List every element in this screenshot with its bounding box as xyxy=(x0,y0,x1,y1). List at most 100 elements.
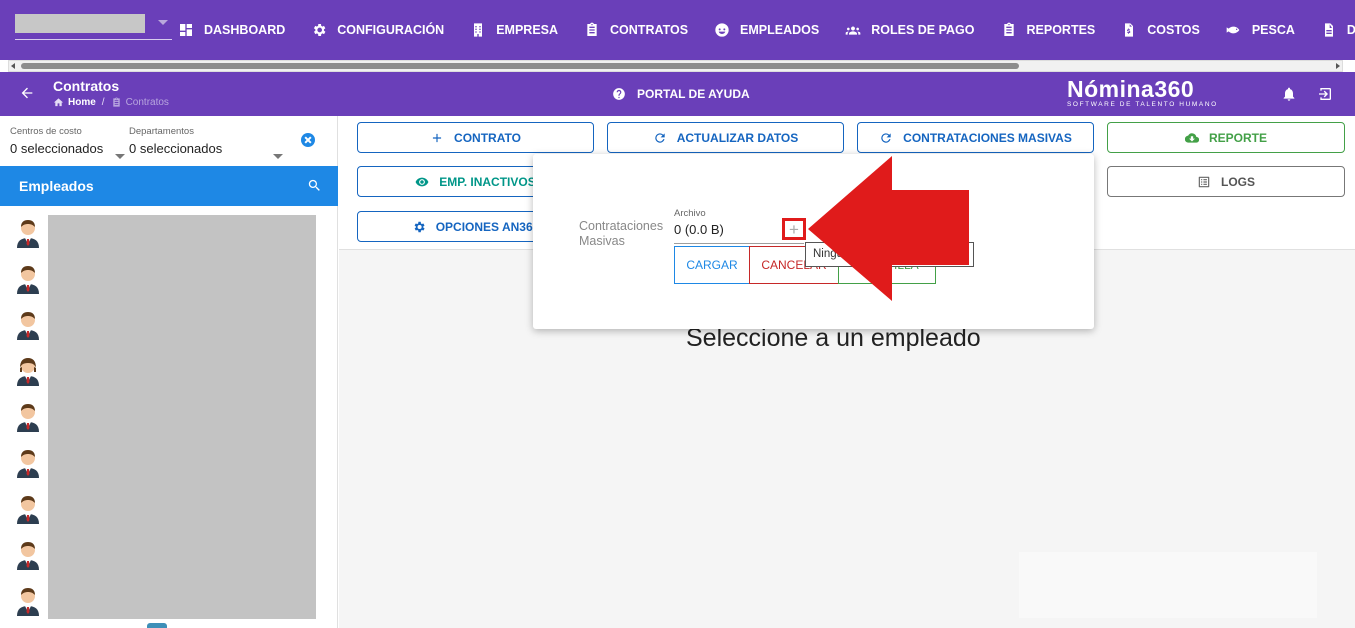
nav-item-empleados[interactable]: EMPLEADOS xyxy=(714,22,819,38)
nav-item-label: EMPRESA xyxy=(496,23,559,37)
gear-icon xyxy=(414,221,425,232)
employee-avatar-icon[interactable] xyxy=(15,446,41,478)
chevron-down-icon xyxy=(115,154,125,159)
horizontal-scrollbar[interactable] xyxy=(8,60,1343,72)
department-value: 0 seleccionados xyxy=(129,141,223,156)
nav-item-label: PESCA xyxy=(1251,23,1295,37)
main-menu: DASHBOARD CONFIGURACIÓN EMPRESA CONTRATOS EM… xyxy=(178,0,1355,60)
new-contract-label: CONTRATO xyxy=(454,130,521,145)
refresh-icon xyxy=(881,132,891,143)
employees-header: Empleados xyxy=(0,166,338,206)
clipboard-icon xyxy=(587,22,597,36)
logo-name: Nómina360 xyxy=(1067,76,1195,102)
employees-title: Empleados xyxy=(19,178,94,194)
employee-avatar-icon[interactable] xyxy=(15,308,41,340)
help-circle-icon xyxy=(613,88,625,100)
eye-icon xyxy=(415,177,429,186)
breadcrumb-home[interactable]: Home xyxy=(68,97,96,108)
report-button[interactable]: REPORTE xyxy=(1107,122,1345,153)
breadcrumb-separator: / xyxy=(101,97,105,108)
plus-icon xyxy=(432,133,442,142)
cost-center-value: 0 seleccionados xyxy=(10,141,104,156)
clipboard-icon xyxy=(112,97,120,107)
employee-avatar-icon[interactable] xyxy=(15,262,41,294)
department-label: Departamentos xyxy=(129,126,194,137)
nav-item-destajo[interactable]: DESTAJO xyxy=(1321,22,1355,38)
logs-label: LOGS xyxy=(1220,174,1255,189)
help-portal-label: PORTAL DE AYUDA xyxy=(637,87,750,101)
help-portal-link[interactable]: PORTAL DE AYUDA xyxy=(612,87,750,101)
scrollbar-thumb[interactable] xyxy=(21,63,1019,69)
mass-hiring-button[interactable]: CONTRATACIONES MASIVAS xyxy=(857,122,1094,153)
logout-icon[interactable] xyxy=(1317,86,1333,102)
add-file-button[interactable]: + xyxy=(782,218,806,240)
face-icon xyxy=(715,23,729,37)
home-icon xyxy=(53,98,64,107)
top-navbar: DASHBOARD CONFIGURACIÓN EMPRESA CONTRATOS EM… xyxy=(0,0,1355,60)
nav-item-label: REPORTES xyxy=(1026,23,1096,37)
employee-avatar-icon[interactable] xyxy=(15,538,41,570)
breadcrumb-current: Contratos xyxy=(125,97,169,108)
nav-item-reportes[interactable]: REPORTES xyxy=(1001,22,1096,38)
nav-item-configuraci-n[interactable]: CONFIGURACIÓN xyxy=(311,22,444,38)
nav-item-roles-de-pago[interactable]: ROLES DE PAGO xyxy=(845,22,975,38)
annotation-arrow-icon xyxy=(808,156,969,301)
search-icon[interactable] xyxy=(307,178,322,193)
refresh-data-button[interactable]: ACTUALIZAR DATOS xyxy=(607,122,844,153)
list-icon xyxy=(1198,176,1210,187)
clear-filters-icon[interactable] xyxy=(301,133,315,147)
document-icon xyxy=(1324,23,1333,37)
page-header: Contratos Home / Contratos PORTAL DE AYU… xyxy=(0,72,1355,116)
nav-item-label: DESTAJO xyxy=(1346,23,1355,37)
cost-center-filter[interactable]: Centros de costo 0 seleccionados xyxy=(10,126,125,159)
nav-item-empresa[interactable]: EMPRESA xyxy=(470,22,558,38)
dashboard-icon xyxy=(180,24,192,36)
employee-sidebar: Centros de costo 0 seleccionados Departa… xyxy=(0,116,338,628)
company-select[interactable] xyxy=(15,14,172,40)
employee-avatar-icon[interactable] xyxy=(15,216,41,248)
scroll-left-icon[interactable] xyxy=(11,63,15,69)
refresh-data-label: ACTUALIZAR DATOS xyxy=(676,130,799,145)
cloud-download-icon xyxy=(1184,132,1199,143)
bell-icon[interactable] xyxy=(1281,86,1297,102)
employee-avatar-icon[interactable] xyxy=(15,400,41,432)
page-title: Contratos xyxy=(53,78,120,94)
breadcrumb: Home / Contratos xyxy=(53,97,169,108)
load-button[interactable]: CARGAR xyxy=(674,246,750,284)
cost-center-label: Centros de costo xyxy=(10,126,82,137)
back-arrow-icon[interactable] xyxy=(19,85,35,101)
scroll-right-icon[interactable] xyxy=(1336,63,1340,69)
nav-item-contratos[interactable]: CONTRATOS xyxy=(584,22,688,38)
file-input-underline xyxy=(674,243,804,244)
mass-hiring-label: CONTRATACIONES MASIVAS xyxy=(903,130,1072,145)
add-file-plus: + xyxy=(789,219,799,239)
invoice-icon xyxy=(1125,23,1134,37)
report-label: REPORTE xyxy=(1208,130,1267,145)
nav-item-pesca[interactable]: PESCA xyxy=(1226,22,1295,38)
employee-avatar-icon[interactable] xyxy=(15,584,41,616)
building-icon xyxy=(474,23,483,37)
clipboard-icon xyxy=(1003,22,1014,36)
file-input[interactable]: 0 (0.0 B) xyxy=(674,222,724,237)
nav-item-dashboard[interactable]: DASHBOARD xyxy=(178,22,285,38)
redacted-company-name xyxy=(15,14,145,33)
group-icon xyxy=(845,26,861,35)
brand-logo: Nómina360 SOFTWARE DE TALENTO HUMANO xyxy=(1067,76,1218,108)
employee-avatar-icon[interactable] xyxy=(15,354,41,386)
new-contract-button[interactable]: CONTRATO xyxy=(357,122,594,153)
list-scroll-indicator[interactable] xyxy=(147,623,167,628)
logs-button[interactable]: LOGS xyxy=(1107,166,1345,197)
chevron-down-icon xyxy=(273,154,283,159)
employee-avatar-icon[interactable] xyxy=(15,492,41,524)
nav-item-label: CONFIGURACIÓN xyxy=(337,23,445,37)
nav-item-label: CONTRATOS xyxy=(610,23,689,37)
nav-item-label: ROLES DE PAGO xyxy=(871,23,975,37)
redacted-employee-names xyxy=(48,215,316,619)
logo-tagline: SOFTWARE DE TALENTO HUMANO xyxy=(1067,101,1218,108)
nav-item-costos[interactable]: COSTOS xyxy=(1121,22,1200,38)
fish-icon xyxy=(1226,26,1240,34)
department-filter[interactable]: Departamentos 0 seleccionados xyxy=(129,126,287,169)
an360-options-label: OPCIONES AN360 xyxy=(435,219,540,234)
faded-panel xyxy=(1019,552,1317,618)
nav-item-label: EMPLEADOS xyxy=(740,23,820,37)
